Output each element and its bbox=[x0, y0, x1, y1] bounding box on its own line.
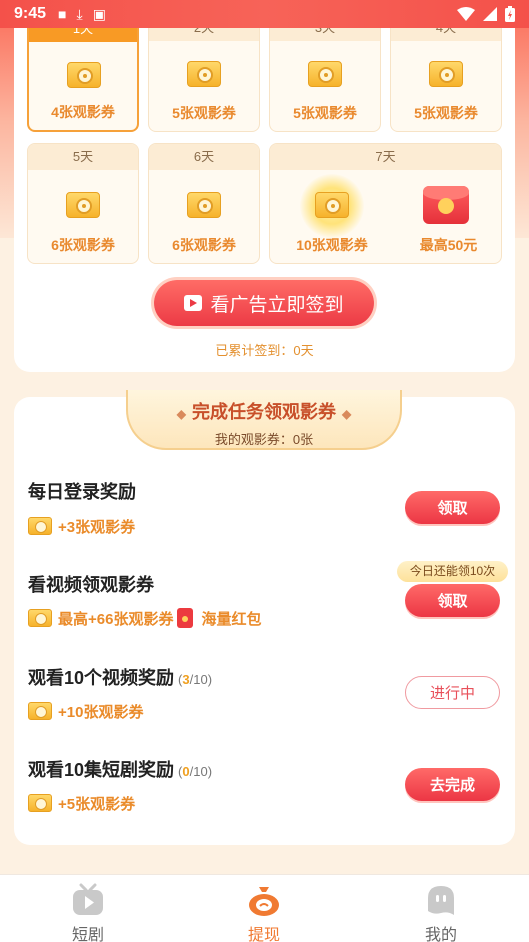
task-reward: 最高+66张观影券 海量红包 bbox=[28, 607, 261, 629]
progress-total: /10 bbox=[189, 764, 208, 779]
task-progress: (3/10) bbox=[178, 672, 213, 687]
go-complete-button[interactable]: 去完成 bbox=[405, 768, 500, 801]
tasks-banner-title: 完成任务领观影券 bbox=[192, 402, 336, 422]
signal-icon bbox=[483, 7, 497, 21]
checkin-day-7[interactable]: 7天 10张观影券 最高50元 bbox=[269, 143, 502, 264]
checkin-day-4[interactable]: 4天 5张观影券 bbox=[390, 14, 502, 132]
task-reward: +3张观影券 bbox=[28, 515, 135, 537]
square-icon: ■ bbox=[58, 6, 67, 22]
tv-play-icon bbox=[73, 883, 103, 915]
checkin-day-5[interactable]: 5天 6张观影券 bbox=[27, 143, 139, 264]
task-title-text: 观看10集短剧奖励 bbox=[28, 760, 175, 780]
nav-label: 提现 bbox=[247, 927, 280, 942]
red-packet-icon bbox=[177, 608, 194, 628]
download-icon: ⤓ bbox=[76, 5, 83, 22]
task-title-text: 看视频领观影券 bbox=[28, 575, 154, 595]
ticket-icon bbox=[429, 61, 463, 87]
nav-label: 短剧 bbox=[71, 927, 104, 942]
ticket-icon bbox=[187, 61, 221, 87]
watch-ad-checkin-button[interactable]: 看广告立即签到 bbox=[154, 280, 374, 326]
day-label: 7天 bbox=[270, 144, 501, 170]
task-progress: (0/10) bbox=[178, 764, 213, 779]
task-reward-extra: 海量红包 bbox=[201, 610, 262, 628]
task-title: 观看10个视频奖励 (3/10) bbox=[28, 664, 212, 690]
nav-item-withdraw[interactable]: 提现 bbox=[214, 875, 314, 942]
a-box-icon: ▣ bbox=[92, 5, 106, 22]
checkin-day-1[interactable]: 1天 4张观影券 bbox=[27, 14, 139, 132]
task-reward-text: 最高+66张观影券 bbox=[58, 610, 174, 628]
progress-done: 0 bbox=[182, 764, 190, 779]
task-reward-text: +10张观影券 bbox=[58, 703, 144, 721]
ticket-icon bbox=[66, 192, 100, 218]
video-play-icon bbox=[184, 295, 203, 311]
day-reward: 5张观影券 bbox=[293, 105, 357, 121]
progress-done: 3 bbox=[182, 672, 190, 687]
ticket-icon bbox=[187, 192, 221, 218]
wifi-icon bbox=[457, 7, 475, 21]
claim-login-reward-button[interactable]: 领取 bbox=[405, 491, 500, 524]
my-tickets-count: 我的观影券：0张 bbox=[214, 432, 314, 447]
task-reward-text: +3张观影券 bbox=[58, 518, 136, 536]
task-reward: +10张观影券 bbox=[28, 700, 143, 722]
nav-item-mine[interactable]: 我的 bbox=[391, 875, 491, 942]
diamond-ornament-icon: ◆ bbox=[176, 407, 186, 421]
day-reward: 10张观影券 bbox=[296, 237, 368, 253]
red-packet-icon bbox=[423, 186, 469, 224]
task-title: 看视频领观影券 bbox=[28, 571, 154, 597]
status-bar: 9:45 ■ ⤓ ▣ bbox=[0, 0, 529, 28]
ticket-icon bbox=[28, 702, 52, 720]
ticket-icon bbox=[308, 61, 342, 87]
day-reward: 5张观影券 bbox=[414, 105, 478, 121]
task-title: 每日登录奖励 bbox=[28, 478, 136, 504]
diamond-ornament-icon: ◆ bbox=[342, 407, 352, 421]
nav-label: 我的 bbox=[424, 927, 457, 942]
tasks-banner-title-wrap: ◆ 完成任务领观影券 ◆ bbox=[126, 398, 402, 424]
remaining-claims-tip: 今日还能领10次 bbox=[397, 561, 508, 582]
status-time: 9:45 bbox=[14, 5, 47, 22]
day-label: 5天 bbox=[28, 144, 138, 170]
claim-video-reward-button[interactable]: 领取 bbox=[405, 584, 500, 617]
ticket-icon bbox=[28, 794, 52, 812]
battery-icon bbox=[505, 6, 515, 22]
day-reward: 5张观影券 bbox=[172, 105, 236, 121]
ticket-icon bbox=[67, 62, 101, 88]
ticket-icon bbox=[28, 517, 52, 535]
bottom-navigation: 短剧 提现 我的 bbox=[0, 874, 529, 942]
task-title: 观看10集短剧奖励 (0/10) bbox=[28, 756, 212, 782]
in-progress-button[interactable]: 进行中 bbox=[405, 676, 500, 709]
checkin-day-6[interactable]: 6天 6张观影券 bbox=[148, 143, 260, 264]
profile-ghost-icon bbox=[428, 886, 454, 915]
day-reward: 6张观影券 bbox=[172, 237, 236, 253]
task-reward-text: +5张观影券 bbox=[58, 795, 136, 813]
task-reward: +5张观影券 bbox=[28, 792, 135, 814]
progress-total: /10 bbox=[189, 672, 208, 687]
signed-days-text: 已累计签到：0天 bbox=[215, 343, 314, 358]
checkin-day-3[interactable]: 3天 5张观影券 bbox=[269, 14, 381, 132]
day-label: 6天 bbox=[149, 144, 259, 170]
day-reward-cash: 最高50元 bbox=[419, 237, 478, 253]
day-reward: 4张观影券 bbox=[51, 104, 115, 120]
money-bag-icon bbox=[249, 887, 279, 916]
task-title-text: 观看10个视频奖励 bbox=[28, 668, 175, 688]
checkin-day-2[interactable]: 2天 5张观影券 bbox=[148, 14, 260, 132]
checkin-button-label: 看广告立即签到 bbox=[210, 294, 344, 316]
ticket-icon bbox=[28, 609, 52, 627]
task-title-text: 每日登录奖励 bbox=[28, 482, 136, 502]
nav-item-short-drama[interactable]: 短剧 bbox=[38, 875, 138, 942]
ticket-icon bbox=[315, 192, 349, 218]
day-reward: 6张观影券 bbox=[51, 237, 115, 253]
